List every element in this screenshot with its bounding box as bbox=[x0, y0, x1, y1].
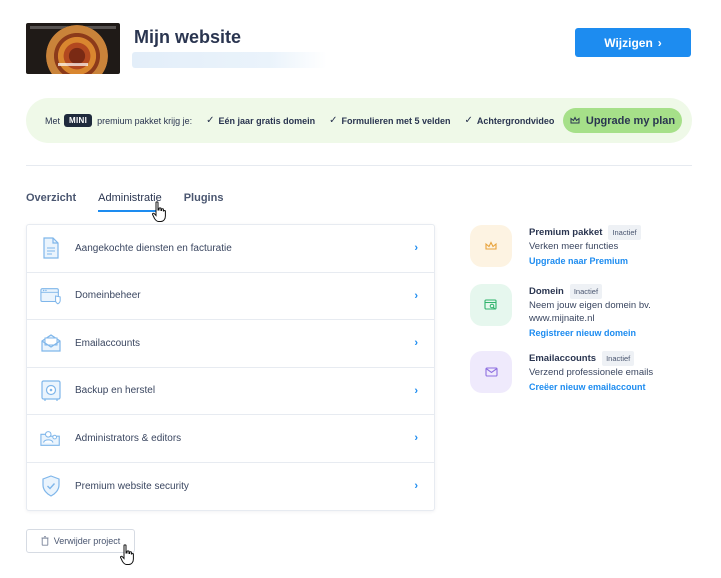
email-title: Emailaccounts bbox=[529, 353, 597, 364]
domain-example: www.mijnaite.nl bbox=[529, 313, 595, 324]
premium-title: Premium pakket bbox=[529, 227, 603, 238]
pizza-image bbox=[46, 25, 108, 74]
divider bbox=[26, 165, 692, 166]
admin-list: Aangekochte diensten en facturatie › Dom… bbox=[26, 224, 435, 511]
list-item-backup-restore[interactable]: Backup en herstel › bbox=[27, 368, 434, 415]
status-badge: Inactief bbox=[569, 284, 603, 299]
upgrade-plan-button[interactable]: Upgrade my plan bbox=[563, 108, 682, 133]
register-domain-link[interactable]: Registreer nieuw domein bbox=[529, 327, 651, 340]
promo-prefix: Met bbox=[45, 115, 61, 126]
domain-search-icon bbox=[470, 284, 512, 326]
chevron-right-icon: › bbox=[414, 289, 418, 302]
domain-card: Domein Inactief Neem jouw eigen domein bv… bbox=[470, 284, 651, 340]
hand-cursor-icon bbox=[120, 544, 134, 565]
list-item-label: Aangekochte diensten en facturatie bbox=[75, 242, 232, 254]
thumbnail-caption bbox=[58, 63, 88, 66]
promo-suffix: premium pakket krijg je: bbox=[97, 115, 193, 126]
list-item-website-security[interactable]: Premium website security › bbox=[27, 463, 434, 511]
check-icon: ✓ bbox=[464, 115, 473, 126]
create-email-link[interactable]: Creëer nieuw emailaccount bbox=[529, 381, 653, 394]
chevron-right-icon: › bbox=[414, 337, 418, 350]
promo-feature-label: Achtergrondvideo bbox=[476, 115, 555, 126]
tab-plugins[interactable]: Plugins bbox=[184, 192, 224, 212]
list-item-administrators[interactable]: Administrators & editors › bbox=[27, 415, 434, 463]
check-icon: ✓ bbox=[206, 115, 215, 126]
crown-icon bbox=[570, 116, 580, 124]
chevron-right-icon: › bbox=[414, 432, 418, 445]
promo-feature: ✓ Formulieren met 5 velden bbox=[329, 115, 450, 126]
envelope-icon bbox=[470, 351, 512, 393]
website-thumbnail[interactable] bbox=[26, 23, 120, 74]
delete-project-button[interactable]: Verwijder project bbox=[26, 529, 135, 553]
site-url-redacted bbox=[132, 52, 327, 68]
tab-overzicht[interactable]: Overzicht bbox=[26, 192, 76, 212]
chevron-right-icon: › bbox=[414, 242, 418, 255]
list-item-email-accounts[interactable]: Emailaccounts › bbox=[27, 320, 434, 368]
delete-project-label: Verwijder project bbox=[53, 536, 121, 546]
edit-button-label: Wijzigen bbox=[604, 35, 653, 50]
list-item-label: Domeinbeheer bbox=[75, 290, 141, 302]
promo-feature: ✓ Achtergrondvideo bbox=[465, 115, 555, 126]
check-icon: ✓ bbox=[329, 115, 338, 126]
users-icon bbox=[40, 427, 62, 449]
edit-button[interactable]: Wijzigen › bbox=[575, 28, 691, 57]
premium-package-card: Premium pakket Inactief Verken meer funct… bbox=[470, 225, 641, 268]
premium-desc: Verken meer functies bbox=[529, 241, 619, 252]
promo-feature-label: Eén jaar gratis domein bbox=[218, 115, 316, 126]
status-badge: Inactief bbox=[602, 351, 635, 366]
tab-bar: Overzicht Administratie Plugins bbox=[26, 192, 245, 212]
list-item-label: Backup en herstel bbox=[75, 385, 156, 397]
hand-cursor-icon bbox=[152, 201, 166, 222]
mail-icon bbox=[40, 332, 62, 354]
domain-icon bbox=[40, 285, 62, 307]
chevron-right-icon: › bbox=[414, 384, 418, 397]
plan-badge: MINI bbox=[64, 114, 93, 127]
domain-desc: Neem jouw eigen domein bv. bbox=[529, 300, 651, 311]
site-title: Mijn website bbox=[134, 27, 242, 47]
list-item-label: Emailaccounts bbox=[75, 337, 141, 349]
chevron-right-icon: › bbox=[414, 480, 418, 493]
list-item-label: Administrators & editors bbox=[75, 432, 182, 444]
promo-feature-label: Formulieren met 5 velden bbox=[341, 115, 451, 126]
crown-icon bbox=[470, 225, 512, 267]
list-item-domain-management[interactable]: Domeinbeheer › bbox=[27, 273, 434, 320]
email-desc: Verzend professionele emails bbox=[529, 367, 654, 378]
trash-icon bbox=[41, 536, 49, 546]
shield-icon bbox=[40, 475, 62, 497]
chevron-right-icon: › bbox=[657, 35, 662, 50]
email-card: Emailaccounts Inactief Verzend profession… bbox=[470, 351, 653, 394]
upgrade-premium-link[interactable]: Upgrade naar Premium bbox=[529, 255, 641, 268]
list-item-purchased-services[interactable]: Aangekochte diensten en facturatie › bbox=[27, 225, 434, 273]
upgrade-banner: Met MINI premium pakket krijg je: ✓ Eén … bbox=[26, 98, 692, 143]
upgrade-plan-label: Upgrade my plan bbox=[585, 114, 676, 127]
document-icon bbox=[40, 237, 62, 259]
promo-feature: ✓ Eén jaar gratis domein bbox=[206, 115, 315, 126]
domain-title: Domein bbox=[529, 286, 564, 297]
list-item-label: Premium website security bbox=[75, 480, 189, 492]
safe-icon bbox=[40, 380, 62, 402]
status-badge: Inactief bbox=[608, 225, 641, 240]
